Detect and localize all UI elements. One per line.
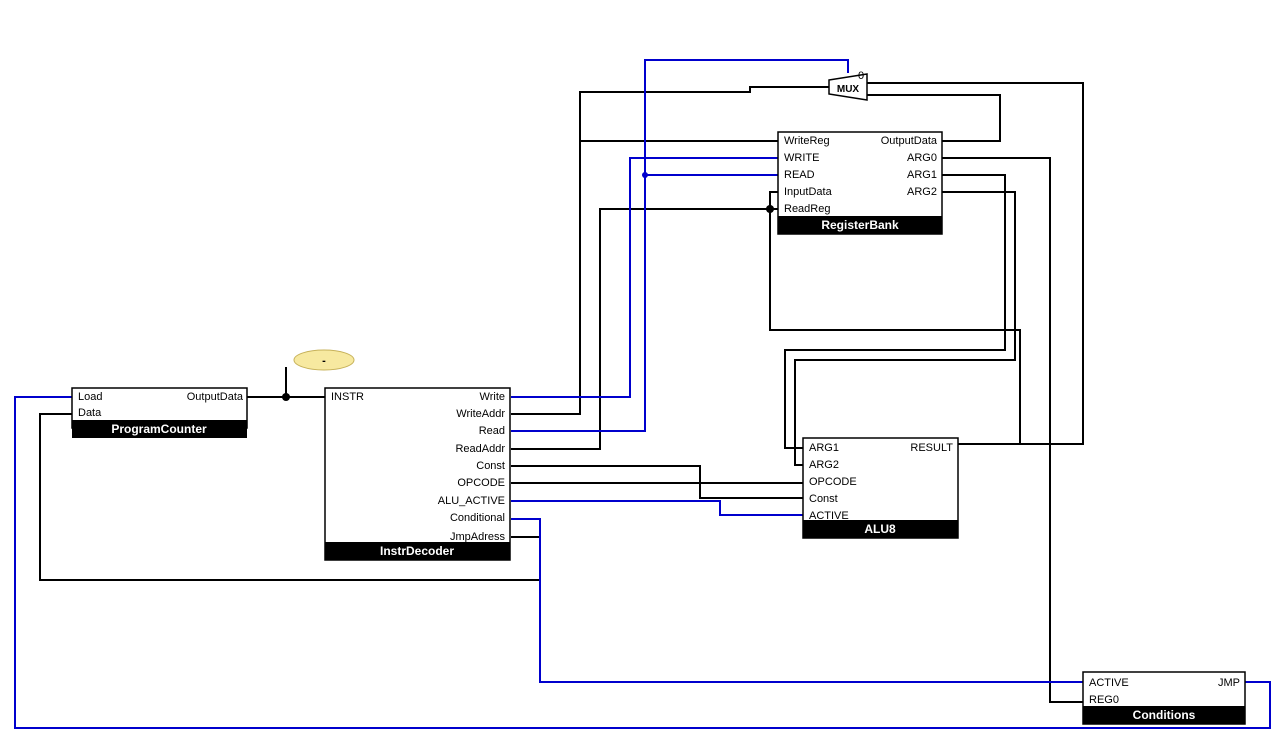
port-rb-write: WRITE — [784, 152, 819, 164]
port-pc-data: Data — [78, 407, 102, 419]
port-dec-read: Read — [479, 425, 505, 437]
port-alu-opcode: OPCODE — [809, 476, 857, 488]
port-alu-arg1: ARG1 — [809, 442, 839, 454]
port-rb-outputdata: OutputData — [881, 135, 938, 147]
diagram-canvas: ProgramCounter Load Data OutputData Inst… — [0, 0, 1286, 736]
program-counter-title: ProgramCounter — [111, 422, 207, 436]
port-rb-inputdata: InputData — [784, 186, 833, 198]
mux-index: 0 — [858, 70, 864, 82]
wire-read-to-reg — [511, 175, 778, 431]
port-dec-jmpadress: JmpAdress — [450, 531, 506, 543]
block-register-bank: RegisterBank WriteReg WRITE READ InputDa… — [778, 132, 942, 234]
port-alu-arg2: ARG2 — [809, 459, 839, 471]
port-rb-read: READ — [784, 169, 815, 181]
port-rb-arg0: ARG0 — [907, 152, 937, 164]
wire-jmp-to-load — [15, 397, 1270, 728]
block-instr-decoder: InstrDecoder INSTR Write WriteAddr Read … — [325, 388, 510, 560]
port-dec-conditional: Conditional — [450, 512, 505, 524]
alu8-title: ALU8 — [864, 522, 896, 536]
port-alu-result: RESULT — [910, 442, 953, 454]
port-dec-aluactive: ALU_ACTIVE — [438, 495, 505, 507]
port-dec-writeaddr: WriteAddr — [456, 408, 505, 420]
mux-label: MUX — [837, 84, 860, 95]
port-pc-load: Load — [78, 391, 102, 403]
port-cond-jmp: JMP — [1218, 677, 1240, 689]
port-cond-active: ACTIVE — [1089, 677, 1129, 689]
port-pc-outputdata: OutputData — [187, 391, 244, 403]
port-rb-readreg: ReadReg — [784, 203, 830, 215]
block-program-counter: ProgramCounter Load Data OutputData — [72, 388, 247, 438]
port-alu-const: Const — [809, 493, 838, 505]
conditions-title: Conditions — [1133, 708, 1196, 722]
block-conditions: Conditions ACTIVE REG0 JMP — [1083, 672, 1245, 724]
port-rb-arg1: ARG1 — [907, 169, 937, 181]
port-dec-instr: INSTR — [331, 391, 364, 403]
port-rb-writereg: WriteReg — [784, 135, 830, 147]
port-cond-reg0: REG0 — [1089, 694, 1119, 706]
wire-aluactive-to-alu — [511, 501, 803, 515]
port-rb-arg2: ARG2 — [907, 186, 937, 198]
wire-conditional-to-conditions — [511, 519, 1083, 682]
port-dec-opcode: OPCODE — [457, 477, 505, 489]
instr-decoder-title: InstrDecoder — [380, 544, 454, 558]
port-dec-write: Write — [480, 391, 505, 403]
annotation-highlight: - — [294, 350, 354, 370]
port-alu-active: ACTIVE — [809, 510, 849, 522]
annotation-label: - — [322, 355, 326, 367]
port-dec-const: Const — [476, 460, 505, 472]
port-dec-readaddr: ReadAddr — [455, 443, 505, 455]
block-alu8: ALU8 ARG1 ARG2 OPCODE Const ACTIVE RESUL… — [803, 438, 958, 538]
mux: MUX 0 — [829, 70, 867, 100]
wire-arg0-to-conditions — [942, 158, 1083, 702]
register-bank-title: RegisterBank — [821, 218, 899, 232]
